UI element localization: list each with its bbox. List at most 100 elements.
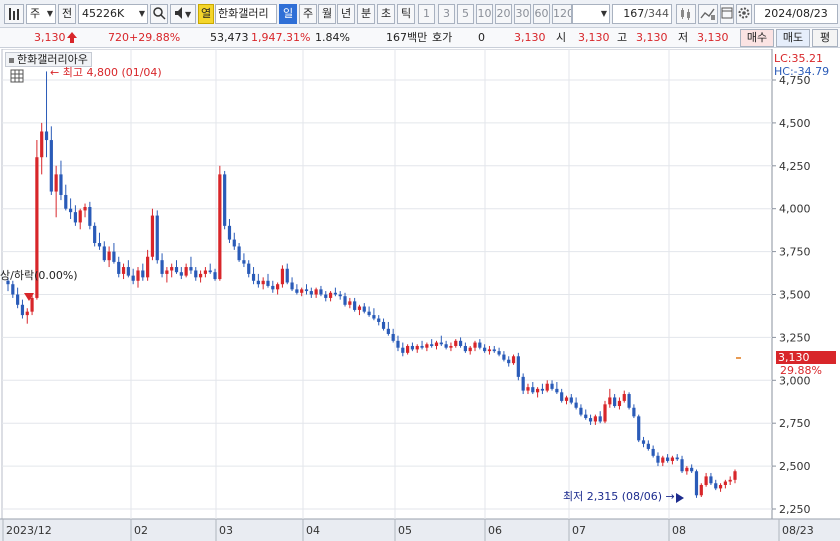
candle-body [723,481,727,485]
quote-label: 호가 [432,31,453,44]
candle-body [617,400,622,407]
candle-body [136,270,140,281]
candle-body [531,387,535,393]
period-tab[interactable]: 분 [357,4,375,24]
interval-tab[interactable]: 10 [476,4,493,24]
candle-body [280,268,285,285]
interval-tab[interactable]: 20 [495,4,512,24]
interval-tab[interactable]: 1 [418,4,435,24]
x-axis-bar [0,519,840,541]
candle-body [458,340,463,346]
sound-icon[interactable]: ▼ [170,4,196,24]
gear-icon[interactable] [736,4,752,24]
prev-button[interactable]: 전 [58,4,76,24]
interval-tab[interactable]: 60 [533,4,550,24]
low-price: 3,130 [697,31,729,44]
candle-body [247,263,251,274]
candle-body [218,174,222,280]
period-tab[interactable]: 년 [337,4,355,24]
hc-label: HC:-34.79 [774,65,830,78]
candle-body [198,273,203,278]
candle-body [540,388,545,391]
max-label: 최고 4,800 (01/04) [62,66,162,79]
candle-body [463,345,467,352]
open-label: 시 [556,31,567,44]
x-tick-label: 08 [672,524,686,537]
candle-body [300,289,304,293]
x-tick-label: 05 [398,524,412,537]
sell-button[interactable]: 매도 [776,29,810,47]
candle-body [290,282,294,290]
candle-body [593,416,597,422]
candle-body [560,392,564,401]
candle-body [146,256,150,278]
candle-body [622,394,626,401]
candle-body [641,440,646,444]
candle-body [511,356,516,364]
candle-body [319,289,323,295]
eval-button[interactable]: 평 [812,29,838,47]
max-annotation: ← 최고 4,800 (01/04) [50,66,162,79]
market-select[interactable]: 주 ▼ [26,4,56,24]
candle-body [449,345,453,348]
search-icon[interactable] [150,4,168,24]
chart-title-text: 한화갤러리아우 [17,53,88,66]
period-tab[interactable]: 초 [377,4,395,24]
period-tab[interactable]: 주 [299,4,317,24]
candle-body [232,239,236,247]
count-display[interactable]: 167/344 [612,4,672,24]
candle-body [415,345,419,350]
candle-body [16,294,20,305]
low-label: 저 [678,31,689,44]
period-tab[interactable]: 월 [318,4,336,24]
candle-body [73,212,78,223]
candle-body [564,397,569,401]
highlight-label[interactable]: 열 [198,4,214,24]
candle-body [343,296,347,305]
interval-tab[interactable]: 30 [514,4,531,24]
min-label: 최저 2,315 (08/06) [563,490,663,503]
draw-icon[interactable] [698,4,718,24]
candle-body [536,388,540,393]
period-tab[interactable]: 틱 [397,4,415,24]
svg-text:▼: ▼ [185,10,192,19]
candle-body [439,342,443,345]
candle-body [454,340,458,346]
candle-body [569,397,573,403]
candle-body [117,261,121,274]
candle-body [68,208,73,213]
quote-value: 0 [478,31,485,44]
buy-button[interactable]: 매수 [740,29,774,47]
candle-body [328,292,333,298]
candle-body [174,267,179,273]
interval-select[interactable]: ▼ [572,4,610,24]
chart-type-icon[interactable] [4,4,24,24]
candle-body [420,345,424,348]
candle-body [348,301,352,305]
candle-body [338,294,342,297]
calendar-icon[interactable] [720,4,734,24]
candle-body [271,285,275,290]
candle-body [170,267,174,271]
candle-body [141,270,145,278]
candle-settings-icon[interactable] [676,4,696,24]
interval-tab[interactable]: 5 [457,4,474,24]
candle-body [545,383,549,391]
candle-body [242,260,246,264]
interval-tab[interactable]: 120 [552,4,572,24]
code-select[interactable]: 45226K ▼ [78,4,148,24]
date-field[interactable]: 2024/08/23 [754,4,838,24]
candle-body [295,289,299,293]
x-tick-label: 07 [572,524,586,537]
candle-body [651,448,655,456]
candle-body [608,397,612,405]
period-tab[interactable]: 일 [279,4,297,24]
candle-body [507,359,511,364]
candle-body [309,291,313,295]
candle-body [637,416,641,441]
count-total: /344 [644,7,669,20]
interval-tab[interactable]: 3 [438,4,455,24]
current-price: 3,130 [34,31,66,44]
candle-body [11,284,15,295]
candle-body [131,275,135,281]
